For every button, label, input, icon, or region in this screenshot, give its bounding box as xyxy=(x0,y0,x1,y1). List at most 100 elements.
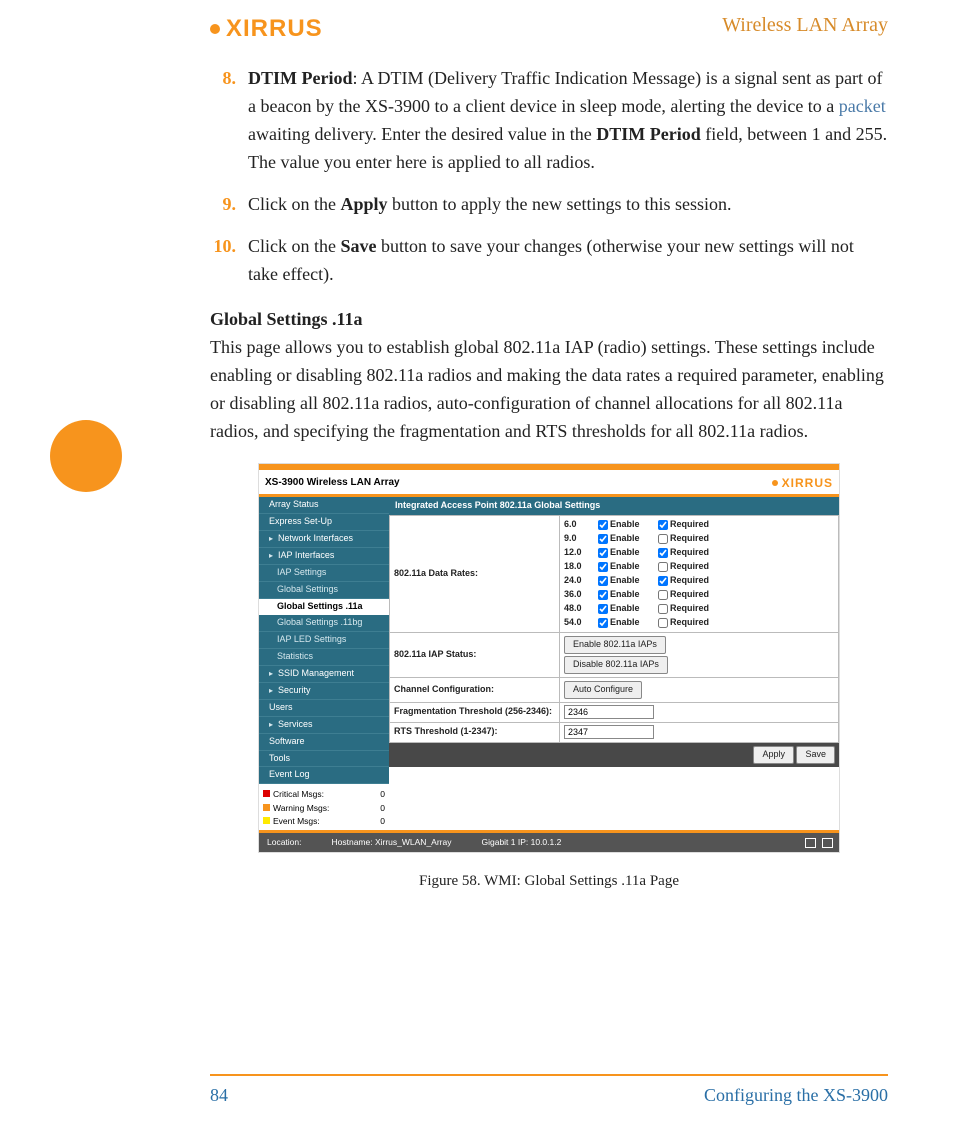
rate-required-checkbox[interactable]: Required xyxy=(658,560,718,574)
rate-value: 54.0 xyxy=(564,616,598,630)
nav-iap-led-settings[interactable]: IAP LED Settings xyxy=(259,632,389,649)
rate-enable-checkbox[interactable]: Enable xyxy=(598,588,658,602)
row-iap-status: 802.11a IAP Status: Enable 802.11a IAPs … xyxy=(390,632,839,677)
nav-event-log[interactable]: Event Log xyxy=(259,767,389,784)
wmi-action-bar: Apply Save xyxy=(389,743,839,767)
numbered-steps: 8. DTIM Period: A DTIM (Delivery Traffic… xyxy=(210,65,888,288)
footer-rule xyxy=(210,1074,888,1076)
rate-required-checkbox[interactable]: Required xyxy=(658,602,718,616)
page-header: XIRRUS Wireless LAN Array xyxy=(210,10,888,47)
nav-global-settings-11bg[interactable]: Global Settings .11bg xyxy=(259,615,389,632)
nav-global-settings[interactable]: Global Settings xyxy=(259,582,389,599)
logo-dot-icon xyxy=(772,480,778,486)
step-body: Click on the Apply button to apply the n… xyxy=(248,191,888,219)
rate-enable-checkbox[interactable]: Enable xyxy=(598,602,658,616)
wmi-settings-table: 802.11a Data Rates: 6.0 Enable Required 9… xyxy=(389,515,839,742)
footer-ip: Gigabit 1 IP: 10.0.1.2 xyxy=(481,836,561,849)
nav-iap-settings[interactable]: IAP Settings xyxy=(259,565,389,582)
logo-text: XIRRUS xyxy=(226,10,323,47)
rate-required-checkbox[interactable]: Required xyxy=(658,588,718,602)
enable-iaps-button[interactable]: Enable 802.11a IAPs xyxy=(564,636,666,654)
section-heading: Global Settings .11a xyxy=(210,306,888,334)
help-icon[interactable] xyxy=(822,838,833,848)
nav-services[interactable]: Services xyxy=(259,717,389,734)
rate-required-checkbox[interactable]: Required xyxy=(658,546,718,560)
wmi-product-title: XS-3900 Wireless LAN Array xyxy=(265,475,400,491)
row-channel-config: Channel Configuration: Auto Configure xyxy=(390,677,839,702)
wmi-footer: Location: Hostname: Xirrus_WLAN_Array Gi… xyxy=(259,830,839,852)
rts-threshold-input[interactable] xyxy=(564,725,654,739)
wmi-sidebar: Array Status Express Set-Up Network Inte… xyxy=(259,497,389,829)
nav-users[interactable]: Users xyxy=(259,700,389,717)
rate-value: 18.0 xyxy=(564,560,598,574)
margin-tab-circle xyxy=(50,420,122,492)
nav-ssid-management[interactable]: SSID Management xyxy=(259,666,389,683)
wmi-message-counts: Critical Msgs:0 Warning Msgs:0 Event Msg… xyxy=(259,784,389,830)
footer-section: Configuring the XS-3900 xyxy=(704,1082,888,1110)
nav-software[interactable]: Software xyxy=(259,734,389,751)
nav-security[interactable]: Security xyxy=(259,683,389,700)
wmi-panel-title: Integrated Access Point 802.11a Global S… xyxy=(389,497,839,515)
wmi-main-panel: Integrated Access Point 802.11a Global S… xyxy=(389,497,839,829)
label-frag-threshold: Fragmentation Threshold (256-2346): xyxy=(390,702,560,722)
rate-required-checkbox[interactable]: Required xyxy=(658,574,718,588)
figure-caption: Figure 58. WMI: Global Settings .11a Pag… xyxy=(210,870,888,893)
step-body: DTIM Period: A DTIM (Delivery Traffic In… xyxy=(248,65,888,177)
nav-statistics[interactable]: Statistics xyxy=(259,649,389,666)
rate-enable-checkbox[interactable]: Enable xyxy=(598,560,658,574)
step-body: Click on the Save button to save your ch… xyxy=(248,233,888,289)
rate-enable-checkbox[interactable]: Enable xyxy=(598,616,658,630)
page-number: 84 xyxy=(210,1082,228,1110)
row-data-rates: 802.11a Data Rates: 6.0 Enable Required 9… xyxy=(390,516,839,633)
rate-enable-checkbox[interactable]: Enable xyxy=(598,532,658,546)
rate-value: 9.0 xyxy=(564,532,598,546)
step-10: 10. Click on the Save button to save you… xyxy=(210,233,888,289)
nav-express-setup[interactable]: Express Set-Up xyxy=(259,514,389,531)
link-packet[interactable]: packet xyxy=(839,96,886,116)
rate-required-checkbox[interactable]: Required xyxy=(658,532,718,546)
page-footer: 84 Configuring the XS-3900 xyxy=(0,1074,958,1110)
nav-tools[interactable]: Tools xyxy=(259,751,389,768)
header-title: Wireless LAN Array xyxy=(722,10,888,41)
nav-array-status[interactable]: Array Status xyxy=(259,497,389,514)
footer-location: Location: xyxy=(267,836,302,849)
cell-iap-status: Enable 802.11a IAPs Disable 802.11a IAPs xyxy=(560,632,839,677)
wmi-top-bar: XS-3900 Wireless LAN Array XIRRUS xyxy=(259,470,839,495)
nav-network-interfaces[interactable]: Network Interfaces xyxy=(259,531,389,548)
label-channel-config: Channel Configuration: xyxy=(390,677,560,702)
nav-iap-interfaces[interactable]: IAP Interfaces xyxy=(259,548,389,565)
label-rts-threshold: RTS Threshold (1-2347): xyxy=(390,722,560,742)
wmi-logo: XIRRUS xyxy=(772,474,833,493)
rate-enable-checkbox[interactable]: Enable xyxy=(598,546,658,560)
label-iap-status: 802.11a IAP Status: xyxy=(390,632,560,677)
step-number: 8. xyxy=(210,65,236,177)
brand-logo: XIRRUS xyxy=(210,10,323,47)
step-number: 10. xyxy=(210,233,236,289)
section-paragraph: This page allows you to establish global… xyxy=(210,334,888,446)
wmi-screenshot: XS-3900 Wireless LAN Array XIRRUS Array … xyxy=(259,464,839,852)
rate-enable-checkbox[interactable]: Enable xyxy=(598,574,658,588)
wmi-nav: Array Status Express Set-Up Network Inte… xyxy=(259,497,389,784)
footer-hostname: Hostname: Xirrus_WLAN_Array xyxy=(332,836,452,849)
row-frag-threshold: Fragmentation Threshold (256-2346): xyxy=(390,702,839,722)
rate-required-checkbox[interactable]: Required xyxy=(658,518,718,532)
save-button[interactable]: Save xyxy=(796,746,835,764)
step-number: 9. xyxy=(210,191,236,219)
frag-threshold-input[interactable] xyxy=(564,705,654,719)
label-data-rates: 802.11a Data Rates: xyxy=(390,516,560,633)
disable-iaps-button[interactable]: Disable 802.11a IAPs xyxy=(564,656,668,674)
print-icon[interactable] xyxy=(805,838,816,848)
rate-value: 12.0 xyxy=(564,546,598,560)
rate-value: 24.0 xyxy=(564,574,598,588)
term-dtim-period: DTIM Period xyxy=(248,68,352,88)
rate-enable-checkbox[interactable]: Enable xyxy=(598,518,658,532)
cell-data-rates: 6.0 Enable Required 9.0 Enable Required 12… xyxy=(560,516,839,633)
step-8: 8. DTIM Period: A DTIM (Delivery Traffic… xyxy=(210,65,888,177)
step-9: 9. Click on the Apply button to apply th… xyxy=(210,191,888,219)
auto-configure-button[interactable]: Auto Configure xyxy=(564,681,642,699)
apply-button[interactable]: Apply xyxy=(753,746,794,764)
rate-required-checkbox[interactable]: Required xyxy=(658,616,718,630)
critical-icon xyxy=(263,790,270,797)
nav-global-settings-11a[interactable]: Global Settings .11a xyxy=(259,599,389,615)
rate-value: 6.0 xyxy=(564,518,598,532)
